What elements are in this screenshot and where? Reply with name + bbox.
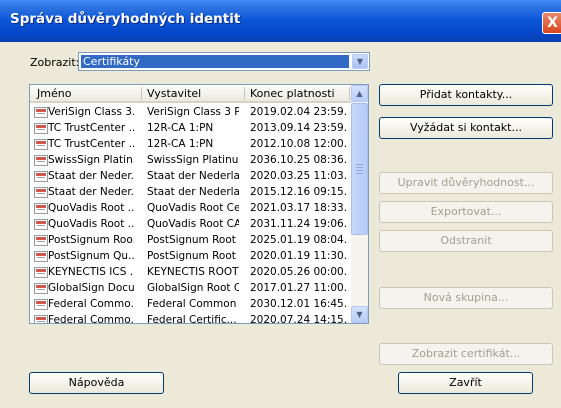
table-row[interactable]: TC TrustCenter ... 12R-CA 1:PN 2013.09.14 … — [32, 121, 352, 137]
certificate-icon — [34, 107, 48, 118]
cell-name: TC TrustCenter ... — [48, 122, 134, 134]
cell-issuer: PostSignum Root ... — [147, 250, 239, 262]
cell-issuer: Federal Common P... — [147, 298, 239, 310]
table-row[interactable]: Federal Commo... Federal Common P... 2030.… — [32, 297, 352, 313]
cell-name: GlobalSign Docu... — [48, 282, 134, 294]
scroll-thumb[interactable] — [351, 103, 368, 235]
cell-issuer: VeriSign Class 3 P... — [147, 106, 239, 118]
cell-name: PostSignum Qu... — [48, 250, 134, 262]
cell-issuer: Staat der Nederla... — [147, 186, 239, 198]
table-row[interactable]: SwissSign Platin... SwissSign Platinum...… — [32, 153, 352, 169]
cell-name: QuoVadis Root ... — [48, 218, 134, 230]
title-bar[interactable]: Správa důvěryhodných identit X — [0, 0, 561, 42]
cell-issuer: 12R-CA 1:PN — [147, 138, 214, 150]
close-window-button[interactable]: X — [542, 12, 561, 34]
table-row[interactable]: Staat der Neder... Staat der Nederla... 20… — [32, 169, 352, 185]
cell-expiry: 2021.03.17 18:33... — [250, 202, 348, 214]
cell-expiry: 2025.01.19 08:04... — [250, 234, 348, 246]
table-row[interactable]: Staat der Neder... Staat der Nederla... 20… — [32, 185, 352, 201]
cell-expiry: 2013.09.14 23:59... — [250, 122, 348, 134]
certificate-icon — [34, 155, 48, 166]
cell-name: QuoVadis Root ... — [48, 202, 134, 214]
cell-name: SwissSign Platin... — [48, 154, 134, 166]
cell-expiry: 2036.10.25 08:36... — [250, 154, 348, 166]
certificate-icon — [34, 123, 48, 134]
new-group-button[interactable]: Nová skupina... — [379, 287, 553, 309]
list-header: Jméno Vystavitel Konec platnosti — [30, 85, 352, 103]
table-row[interactable]: TC TrustCenter ... 12R-CA 1:PN 2012.10.08 … — [32, 137, 352, 153]
cell-issuer: Federal Certific... — [147, 314, 237, 324]
certificate-icon — [34, 299, 48, 310]
cell-issuer: GlobalSign Root CA — [147, 282, 239, 294]
cell-expiry: 2020.07.24 14:15... — [250, 314, 348, 324]
add-contacts-button[interactable]: Přidat kontakty... — [379, 84, 553, 106]
column-header-name[interactable]: Jméno — [37, 87, 71, 100]
column-header-issuer[interactable]: Vystavitel — [147, 87, 201, 100]
remove-button[interactable]: Odstranit — [379, 230, 553, 252]
column-header-expiry[interactable]: Konec platnosti — [250, 87, 335, 100]
cell-name: Staat der Neder... — [48, 186, 134, 198]
cell-issuer: PostSignum Root ... — [147, 234, 239, 246]
cell-expiry: 2020.01.19 11:30... — [250, 250, 348, 262]
edit-trust-button[interactable]: Upravit důvěryhodnost... — [379, 172, 553, 194]
certificate-list[interactable]: Jméno Vystavitel Konec platnosti VeriSig… — [29, 84, 369, 324]
cell-name: Staat der Neder... — [48, 170, 134, 182]
cell-issuer: 12R-CA 1:PN — [147, 122, 214, 134]
certificate-icon — [34, 219, 48, 230]
certificate-icon — [34, 283, 48, 294]
scroll-down-icon[interactable]: ▼ — [351, 306, 368, 323]
certificate-icon — [34, 315, 48, 323]
table-row[interactable]: GlobalSign Docu... GlobalSign Root CA 2017… — [32, 281, 352, 297]
table-row[interactable]: Federal Commo... Federal Certific... 2020.… — [32, 313, 352, 324]
cell-expiry: 2012.10.08 12:00... — [250, 138, 348, 150]
export-button[interactable]: Exportovat... — [379, 201, 553, 223]
table-row[interactable]: QuoVadis Root ... QuoVadis Root CA 3 2031.… — [32, 217, 352, 233]
show-dropdown-value: Certifikáty — [81, 55, 349, 68]
cell-issuer: Staat der Nederla... — [147, 170, 239, 182]
cell-expiry: 2020.05.26 00:00... — [250, 266, 348, 278]
table-row[interactable]: QuoVadis Root ... QuoVadis Root Ce... 2021… — [32, 201, 352, 217]
cell-name: Federal Commo... — [48, 298, 134, 310]
close-button[interactable]: Zavřít — [398, 372, 533, 394]
cell-name: KEYNECTIS ICS ... — [48, 266, 134, 278]
help-button[interactable]: Nápověda — [29, 372, 164, 394]
show-dropdown[interactable]: Certifikáty ▼ — [78, 52, 370, 71]
certificate-icon — [34, 171, 48, 182]
cell-expiry: 2017.01.27 11:00... — [250, 282, 348, 294]
certificate-icon — [34, 139, 48, 150]
chevron-down-icon[interactable]: ▼ — [352, 54, 368, 69]
cell-expiry: 2030.12.01 16:45... — [250, 298, 348, 310]
certificate-icon — [34, 251, 48, 262]
window-title: Správa důvěryhodných identit — [10, 11, 241, 27]
table-row[interactable]: PostSignum Roo... PostSignum Root ... 2025… — [32, 233, 352, 249]
dialog-window: Správa důvěryhodných identit X Zobrazit:… — [0, 0, 561, 408]
cell-expiry: 2015.12.16 09:15... — [250, 186, 348, 198]
cell-issuer: QuoVadis Root CA 3 — [147, 218, 239, 230]
cell-expiry: 2031.11.24 19:06... — [250, 218, 348, 230]
vertical-scrollbar[interactable]: ▲ ▼ — [351, 85, 368, 323]
table-row[interactable]: KEYNECTIS ICS ... KEYNECTIS ROOT ... 2020.… — [32, 265, 352, 281]
cell-name: VeriSign Class 3... — [48, 106, 134, 118]
cell-issuer: SwissSign Platinum... — [147, 154, 239, 166]
cell-issuer: KEYNECTIS ROOT ... — [147, 266, 239, 278]
cell-expiry: 2020.03.25 11:03... — [250, 170, 348, 182]
table-row[interactable]: VeriSign Class 3... VeriSign Class 3 P...… — [32, 105, 352, 121]
cell-issuer: QuoVadis Root Ce... — [147, 202, 239, 214]
cell-expiry: 2019.02.04 23:59... — [250, 106, 348, 118]
certificate-icon — [34, 187, 48, 198]
cell-name: TC TrustCenter ... — [48, 138, 134, 150]
cell-name: Federal Commo... — [48, 314, 134, 324]
certificate-icon — [34, 267, 48, 278]
request-contact-button[interactable]: Vyžádat si kontakt... — [379, 117, 553, 139]
cell-name: PostSignum Roo... — [48, 234, 134, 246]
certificate-icon — [34, 203, 48, 214]
show-certificate-button[interactable]: Zobrazit certifikát... — [379, 343, 553, 365]
show-label: Zobrazit: — [30, 56, 80, 69]
scroll-up-icon[interactable]: ▲ — [351, 85, 368, 102]
table-row[interactable]: PostSignum Qu... PostSignum Root ... 2020.… — [32, 249, 352, 265]
certificate-icon — [34, 235, 48, 246]
